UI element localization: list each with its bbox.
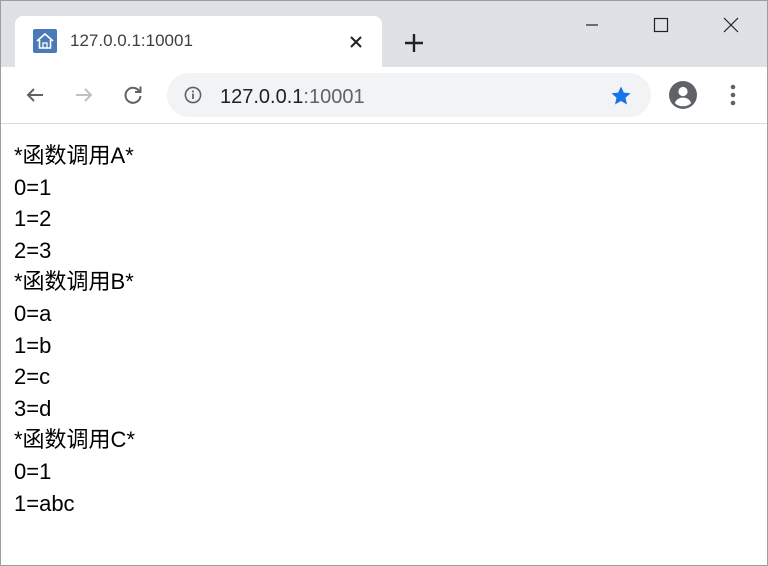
back-button[interactable] <box>17 77 53 113</box>
browser-toolbar: 127.0.0.1:10001 <box>1 67 767 124</box>
minimize-button[interactable] <box>569 9 615 41</box>
close-icon <box>350 36 362 48</box>
output-line: 1=2 <box>14 206 52 232</box>
profile-button[interactable] <box>667 79 699 111</box>
page-content: *函数调用A* 0=1 1=2 2=3 *函数调用B* 0=a 1=b 2=c … <box>14 140 754 519</box>
bookmark-button[interactable] <box>608 83 634 109</box>
browser-window: 127.0.0.1:10001 127.0.0.1:10001 *函数调用A* … <box>0 0 768 566</box>
minimize-icon <box>586 24 598 26</box>
tab-close-button[interactable] <box>343 29 369 55</box>
maximize-button[interactable] <box>638 9 684 41</box>
reload-button[interactable] <box>115 77 151 113</box>
window-close-button[interactable] <box>708 9 754 41</box>
forward-button[interactable] <box>66 77 102 113</box>
output-line: 0=a <box>14 300 52 326</box>
address-bar[interactable]: 127.0.0.1:10001 <box>167 73 651 117</box>
account-icon <box>669 81 697 109</box>
tab-active[interactable]: 127.0.0.1:10001 <box>15 16 382 67</box>
output-line: 1=abc <box>14 490 75 516</box>
home-icon <box>33 29 57 53</box>
output-line: 2=c <box>14 364 51 390</box>
output-line: 1=b <box>14 332 52 358</box>
output-line-heading-c: *函数调用C* <box>14 427 136 453</box>
menu-button[interactable] <box>719 79 747 111</box>
info-icon[interactable] <box>184 86 202 104</box>
output-line: 0=1 <box>14 174 52 200</box>
url-text[interactable]: 127.0.0.1:10001 <box>220 86 365 109</box>
reload-icon <box>124 86 142 104</box>
kebab-menu-icon <box>730 84 736 106</box>
maximize-icon <box>653 17 669 33</box>
arrow-right-icon <box>76 88 93 102</box>
plus-icon <box>405 34 423 52</box>
star-icon <box>611 86 631 105</box>
url-host: 127.0.0.1 <box>220 86 304 108</box>
output-line: 0=1 <box>14 458 52 484</box>
output-line-heading-b: *函数调用B* <box>14 269 134 295</box>
new-tab-button[interactable] <box>399 28 429 58</box>
url-port: :10001 <box>303 86 365 108</box>
close-icon <box>723 17 739 33</box>
output-line: 3=d <box>14 395 52 421</box>
output-line-heading-a: *函数调用A* <box>14 143 134 168</box>
tab-title: 127.0.0.1:10001 <box>70 31 193 50</box>
output-line: 2=3 <box>14 237 52 263</box>
tab-strip: 127.0.0.1:10001 <box>1 1 767 67</box>
arrow-left-icon <box>26 88 43 102</box>
